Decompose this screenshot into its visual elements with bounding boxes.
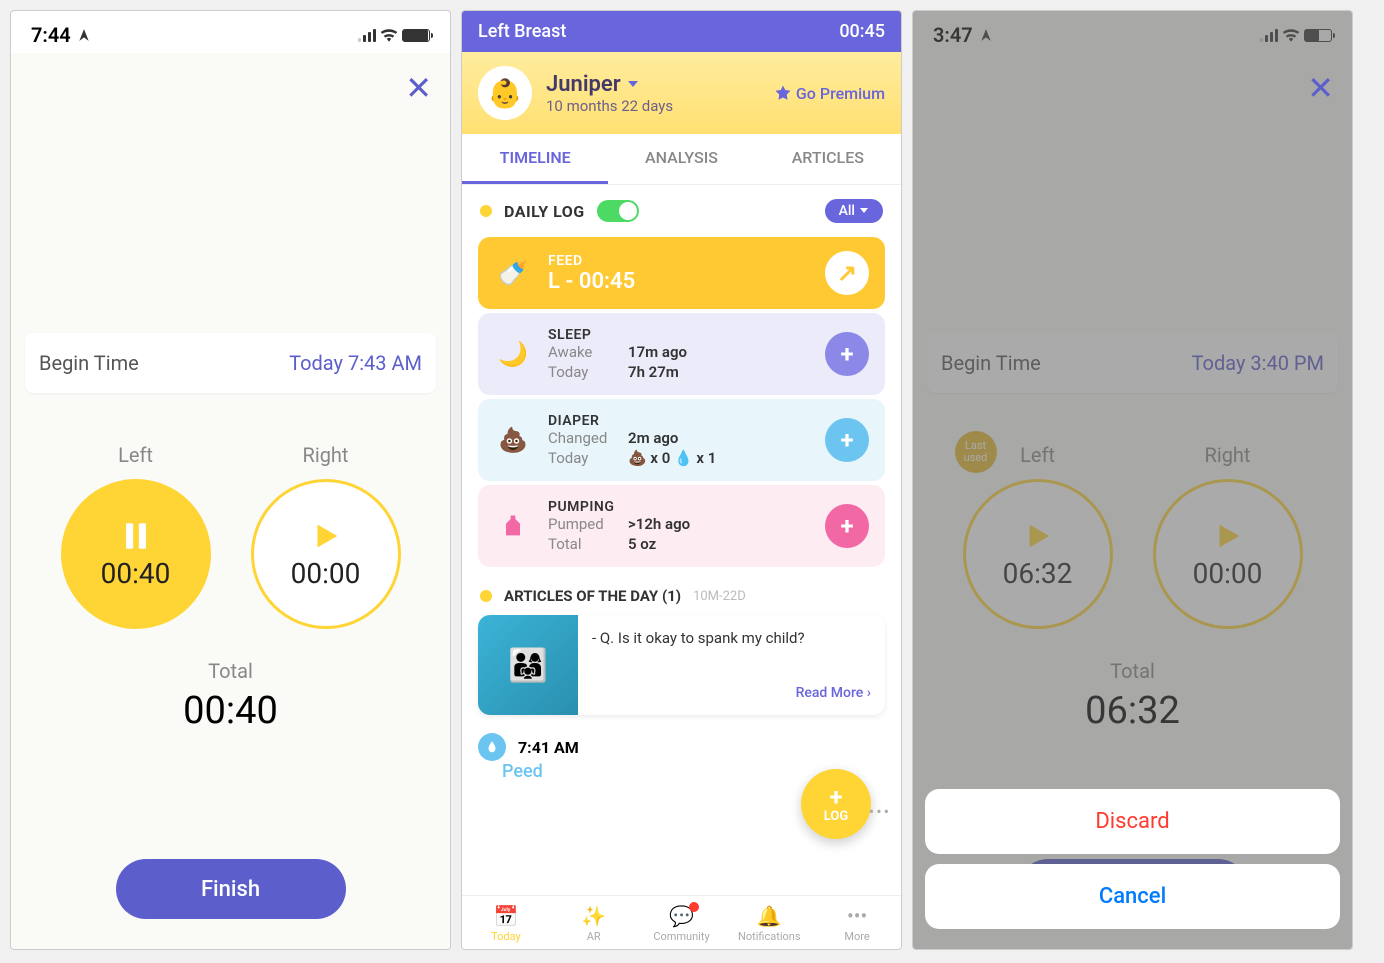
wifi-icon	[380, 28, 398, 42]
cancel-button[interactable]: Cancel	[925, 864, 1340, 929]
log-fab-button[interactable]: + LOG	[801, 769, 871, 839]
status-time: 7:44	[31, 23, 91, 47]
battery-icon	[402, 29, 430, 42]
tabbar-more[interactable]: ••• More	[813, 904, 901, 943]
close-icon[interactable]: ✕	[405, 69, 432, 107]
feed-title: FEED	[548, 253, 809, 269]
premium-icon	[774, 84, 792, 102]
wand-icon: ✨	[581, 904, 606, 928]
daily-log-header: DAILY LOG All	[462, 185, 901, 237]
location-icon	[77, 28, 91, 42]
status-bar: 7:44	[11, 11, 450, 53]
timeline-time: 7:41 AM	[518, 738, 579, 757]
session-header-time: 00:45	[839, 21, 885, 42]
child-name[interactable]: Juniper	[546, 72, 760, 97]
right-timer-value: 00:00	[291, 557, 361, 590]
total-label: Total	[25, 659, 436, 683]
right-timer-label: Right	[303, 443, 349, 467]
profile-section: 👶 Juniper 10 months 22 days Go Premium	[462, 52, 901, 134]
more-icon: •••	[847, 904, 867, 928]
feed-value: L - 00:45	[548, 269, 809, 294]
notification-dot-icon	[689, 902, 699, 912]
session-header-title: Left Breast	[478, 21, 566, 42]
pumping-title: PUMPING	[548, 499, 809, 515]
status-icons	[358, 28, 430, 42]
tab-analysis[interactable]: ANALYSIS	[608, 134, 754, 184]
moon-icon: 🌙	[494, 340, 532, 368]
poop-icon: 💩	[494, 426, 532, 454]
bottom-tabbar: 📅 Today ✨ AR 💬 Community 🔔 Notifications…	[462, 895, 901, 949]
timeline-dot-icon	[478, 733, 506, 761]
child-age: 10 months 22 days	[546, 97, 760, 115]
pump-icon	[494, 512, 532, 540]
daily-log-title: DAILY LOG	[504, 202, 585, 221]
daily-log-toggle[interactable]	[597, 200, 639, 222]
phone-discard-sheet: 3:47 ✕ Begin Time Today 3:40 PM Last use…	[912, 10, 1353, 950]
section-dot-icon	[480, 205, 492, 217]
finish-button[interactable]: Finish	[116, 859, 346, 919]
discard-button[interactable]: Discard	[925, 789, 1340, 854]
phone-timeline: Left Breast 00:45 👶 Juniper 10 months 22…	[461, 10, 902, 950]
close-icon[interactable]: ✕	[1307, 69, 1334, 107]
baby-avatar-icon[interactable]: 👶	[478, 66, 532, 120]
article-question: - Q. Is it okay to spank my child?	[592, 629, 871, 685]
tabbar-today[interactable]: 📅 Today	[462, 904, 550, 943]
pumping-add-button[interactable]: +	[825, 504, 869, 548]
timeline-entry[interactable]: 7:41 AM	[478, 733, 885, 761]
read-more-link[interactable]: Read More ›	[592, 685, 871, 701]
feed-open-button[interactable]: ↗	[825, 251, 869, 295]
tab-timeline[interactable]: TIMELINE	[462, 134, 608, 184]
chevron-down-icon	[859, 207, 869, 215]
tabbar-notifications[interactable]: 🔔 Notifications	[725, 904, 813, 943]
play-icon	[309, 519, 343, 553]
action-sheet: Discard Cancel	[925, 789, 1340, 939]
article-image: 👨‍👩‍👧	[478, 615, 578, 715]
begin-time-label: Begin Time	[39, 351, 139, 375]
phone-timer-running: 7:44 ✕ Begin Time Today 7:43 AM Left 00:…	[10, 10, 451, 950]
begin-time-value: Today 7:43 AM	[289, 351, 422, 375]
timer-row: Left 00:40 Right 00:00	[25, 443, 436, 629]
pumping-card[interactable]: PUMPING Pumped>12h ago Total5 oz +	[478, 485, 885, 567]
calendar-icon: 📅	[493, 904, 518, 928]
left-timer-button[interactable]: 00:40	[61, 479, 211, 629]
bell-icon: 🔔	[757, 904, 782, 928]
feed-card[interactable]: 🍼 FEED L - 00:45 ↗	[478, 237, 885, 309]
sleep-add-button[interactable]: +	[825, 332, 869, 376]
sleep-title: SLEEP	[548, 327, 809, 343]
section-dot-icon	[480, 590, 492, 602]
articles-subtitle: 10M-22D	[693, 589, 746, 604]
begin-time-row[interactable]: Begin Time Today 7:43 AM	[25, 333, 436, 393]
articles-title: ARTICLES OF THE DAY (1)	[504, 587, 681, 605]
dropdown-icon	[627, 79, 639, 89]
more-dots-icon[interactable]: •••	[869, 802, 891, 821]
articles-header: ARTICLES OF THE DAY (1) 10M-22D	[462, 567, 901, 615]
go-premium-button[interactable]: Go Premium	[774, 84, 885, 103]
plus-icon: +	[829, 785, 842, 809]
total-section: Total 00:40	[25, 659, 436, 733]
tabbar-ar[interactable]: ✨ AR	[550, 904, 638, 943]
article-card[interactable]: 👨‍👩‍👧 - Q. Is it okay to spank my child?…	[478, 615, 885, 715]
total-time-value: 00:40	[25, 689, 436, 733]
filter-all-button[interactable]: All	[825, 199, 883, 223]
pause-icon	[119, 519, 153, 553]
signal-icon	[358, 28, 376, 42]
right-timer-button[interactable]: 00:00	[251, 479, 401, 629]
tabbar-community[interactable]: 💬 Community	[638, 904, 726, 943]
sleep-card[interactable]: 🌙 SLEEP Awake17m ago Today7h 27m +	[478, 313, 885, 395]
left-timer-value: 00:40	[101, 557, 171, 590]
left-timer-label: Left	[118, 443, 153, 467]
diaper-card[interactable]: 💩 DIAPER Changed2m ago Today💩 x 0 💧 x 1 …	[478, 399, 885, 481]
main-tabs: TIMELINE ANALYSIS ARTICLES	[462, 134, 901, 185]
diaper-title: DIAPER	[548, 413, 809, 429]
diaper-add-button[interactable]: +	[825, 418, 869, 462]
tab-articles[interactable]: ARTICLES	[755, 134, 901, 184]
session-header[interactable]: Left Breast 00:45	[462, 11, 901, 52]
bottle-icon: 🍼	[494, 259, 532, 287]
